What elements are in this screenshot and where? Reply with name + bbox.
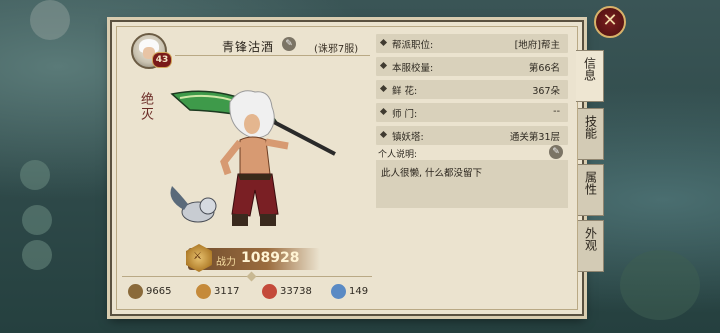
character-arm-left <box>220 139 243 176</box>
tab-label: 属性 <box>583 171 598 195</box>
character-face <box>244 114 260 134</box>
name-divider <box>175 55 370 56</box>
bullet-icon <box>379 38 388 47</box>
combat-power-value: 108928 <box>241 250 300 266</box>
info-row-server-rank: 本服校量: 第66名 <box>376 57 568 76</box>
edit-name-icon[interactable]: ✎ <box>282 37 296 51</box>
close-icon: ✕ <box>602 10 618 31</box>
heart-icon <box>262 284 277 299</box>
bullet-icon <box>379 61 388 70</box>
class-seal: 绝灭 <box>138 92 153 122</box>
description-header: 个人说明: <box>376 146 568 160</box>
info-value: 第66名 <box>528 63 560 74</box>
info-row-master: 师 门: -- <box>376 103 568 122</box>
sword-handle <box>269 118 336 156</box>
edit-description-icon[interactable]: ✎ <box>549 145 563 159</box>
character-portrait <box>170 90 336 226</box>
character-arm-right <box>265 138 289 150</box>
tab-attributes[interactable]: 属性 <box>578 164 604 216</box>
pet-head <box>199 197 217 215</box>
stat-value: 9665 <box>146 286 172 297</box>
info-key: 本服校量: <box>392 63 434 74</box>
stat-value: 33738 <box>280 286 312 297</box>
character-pants <box>231 173 279 217</box>
tab-label: 信息 <box>582 57 597 81</box>
info-key: 帮派职位: <box>392 40 434 51</box>
character-name: 青锋沽酒 <box>222 40 275 54</box>
sword-icon <box>128 284 143 299</box>
tab-label: 外观 <box>583 227 598 251</box>
info-value: [地府]帮主 <box>514 40 560 51</box>
stat-value: 3117 <box>214 286 240 297</box>
combat-power-label: 战力 <box>216 257 236 268</box>
character-torso <box>239 136 271 178</box>
info-key: 师 门: <box>392 109 418 120</box>
info-row-flowers: 鲜 花: 367朵 <box>376 80 568 99</box>
description-label: 个人说明: <box>378 150 418 160</box>
bg-decoration <box>620 250 700 320</box>
close-button[interactable]: ✕ <box>594 6 626 38</box>
character-boot-right <box>260 214 276 226</box>
character-boot-left <box>232 214 248 226</box>
tab-label: 技能 <box>583 115 598 139</box>
stat-value: 149 <box>349 286 369 297</box>
orb-icon <box>331 284 346 299</box>
tab-info[interactable]: 信息 <box>576 50 604 102</box>
tab-appearance[interactable]: 外观 <box>578 220 604 272</box>
level-badge: 43 <box>152 52 172 68</box>
server-name: (诛邪7服) <box>314 44 359 55</box>
bg-button-shadow <box>20 160 50 190</box>
bg-button-shadow <box>22 205 52 235</box>
bullet-icon <box>379 130 388 139</box>
info-row-demon-tower: 镇妖塔: 通关第31层 <box>376 126 568 145</box>
pet-tail <box>170 186 188 210</box>
info-value: 367朵 <box>532 86 560 97</box>
shield-icon <box>196 284 211 299</box>
bullet-icon <box>379 107 388 116</box>
description-text: 此人很懒, 什么都没留下 <box>381 168 483 179</box>
info-value: -- <box>553 106 560 117</box>
bg-button-shadow <box>22 240 52 270</box>
tab-skills[interactable]: 技能 <box>578 108 604 160</box>
character-sash <box>238 174 272 180</box>
info-row-guild-position: 帮派职位: [地府]帮主 <box>376 34 568 53</box>
info-value: 通关第31层 <box>509 132 560 143</box>
bullet-icon <box>379 84 388 93</box>
info-key: 鲜 花: <box>392 86 418 97</box>
info-key: 镇妖塔: <box>392 132 424 143</box>
bg-decoration <box>30 0 70 40</box>
